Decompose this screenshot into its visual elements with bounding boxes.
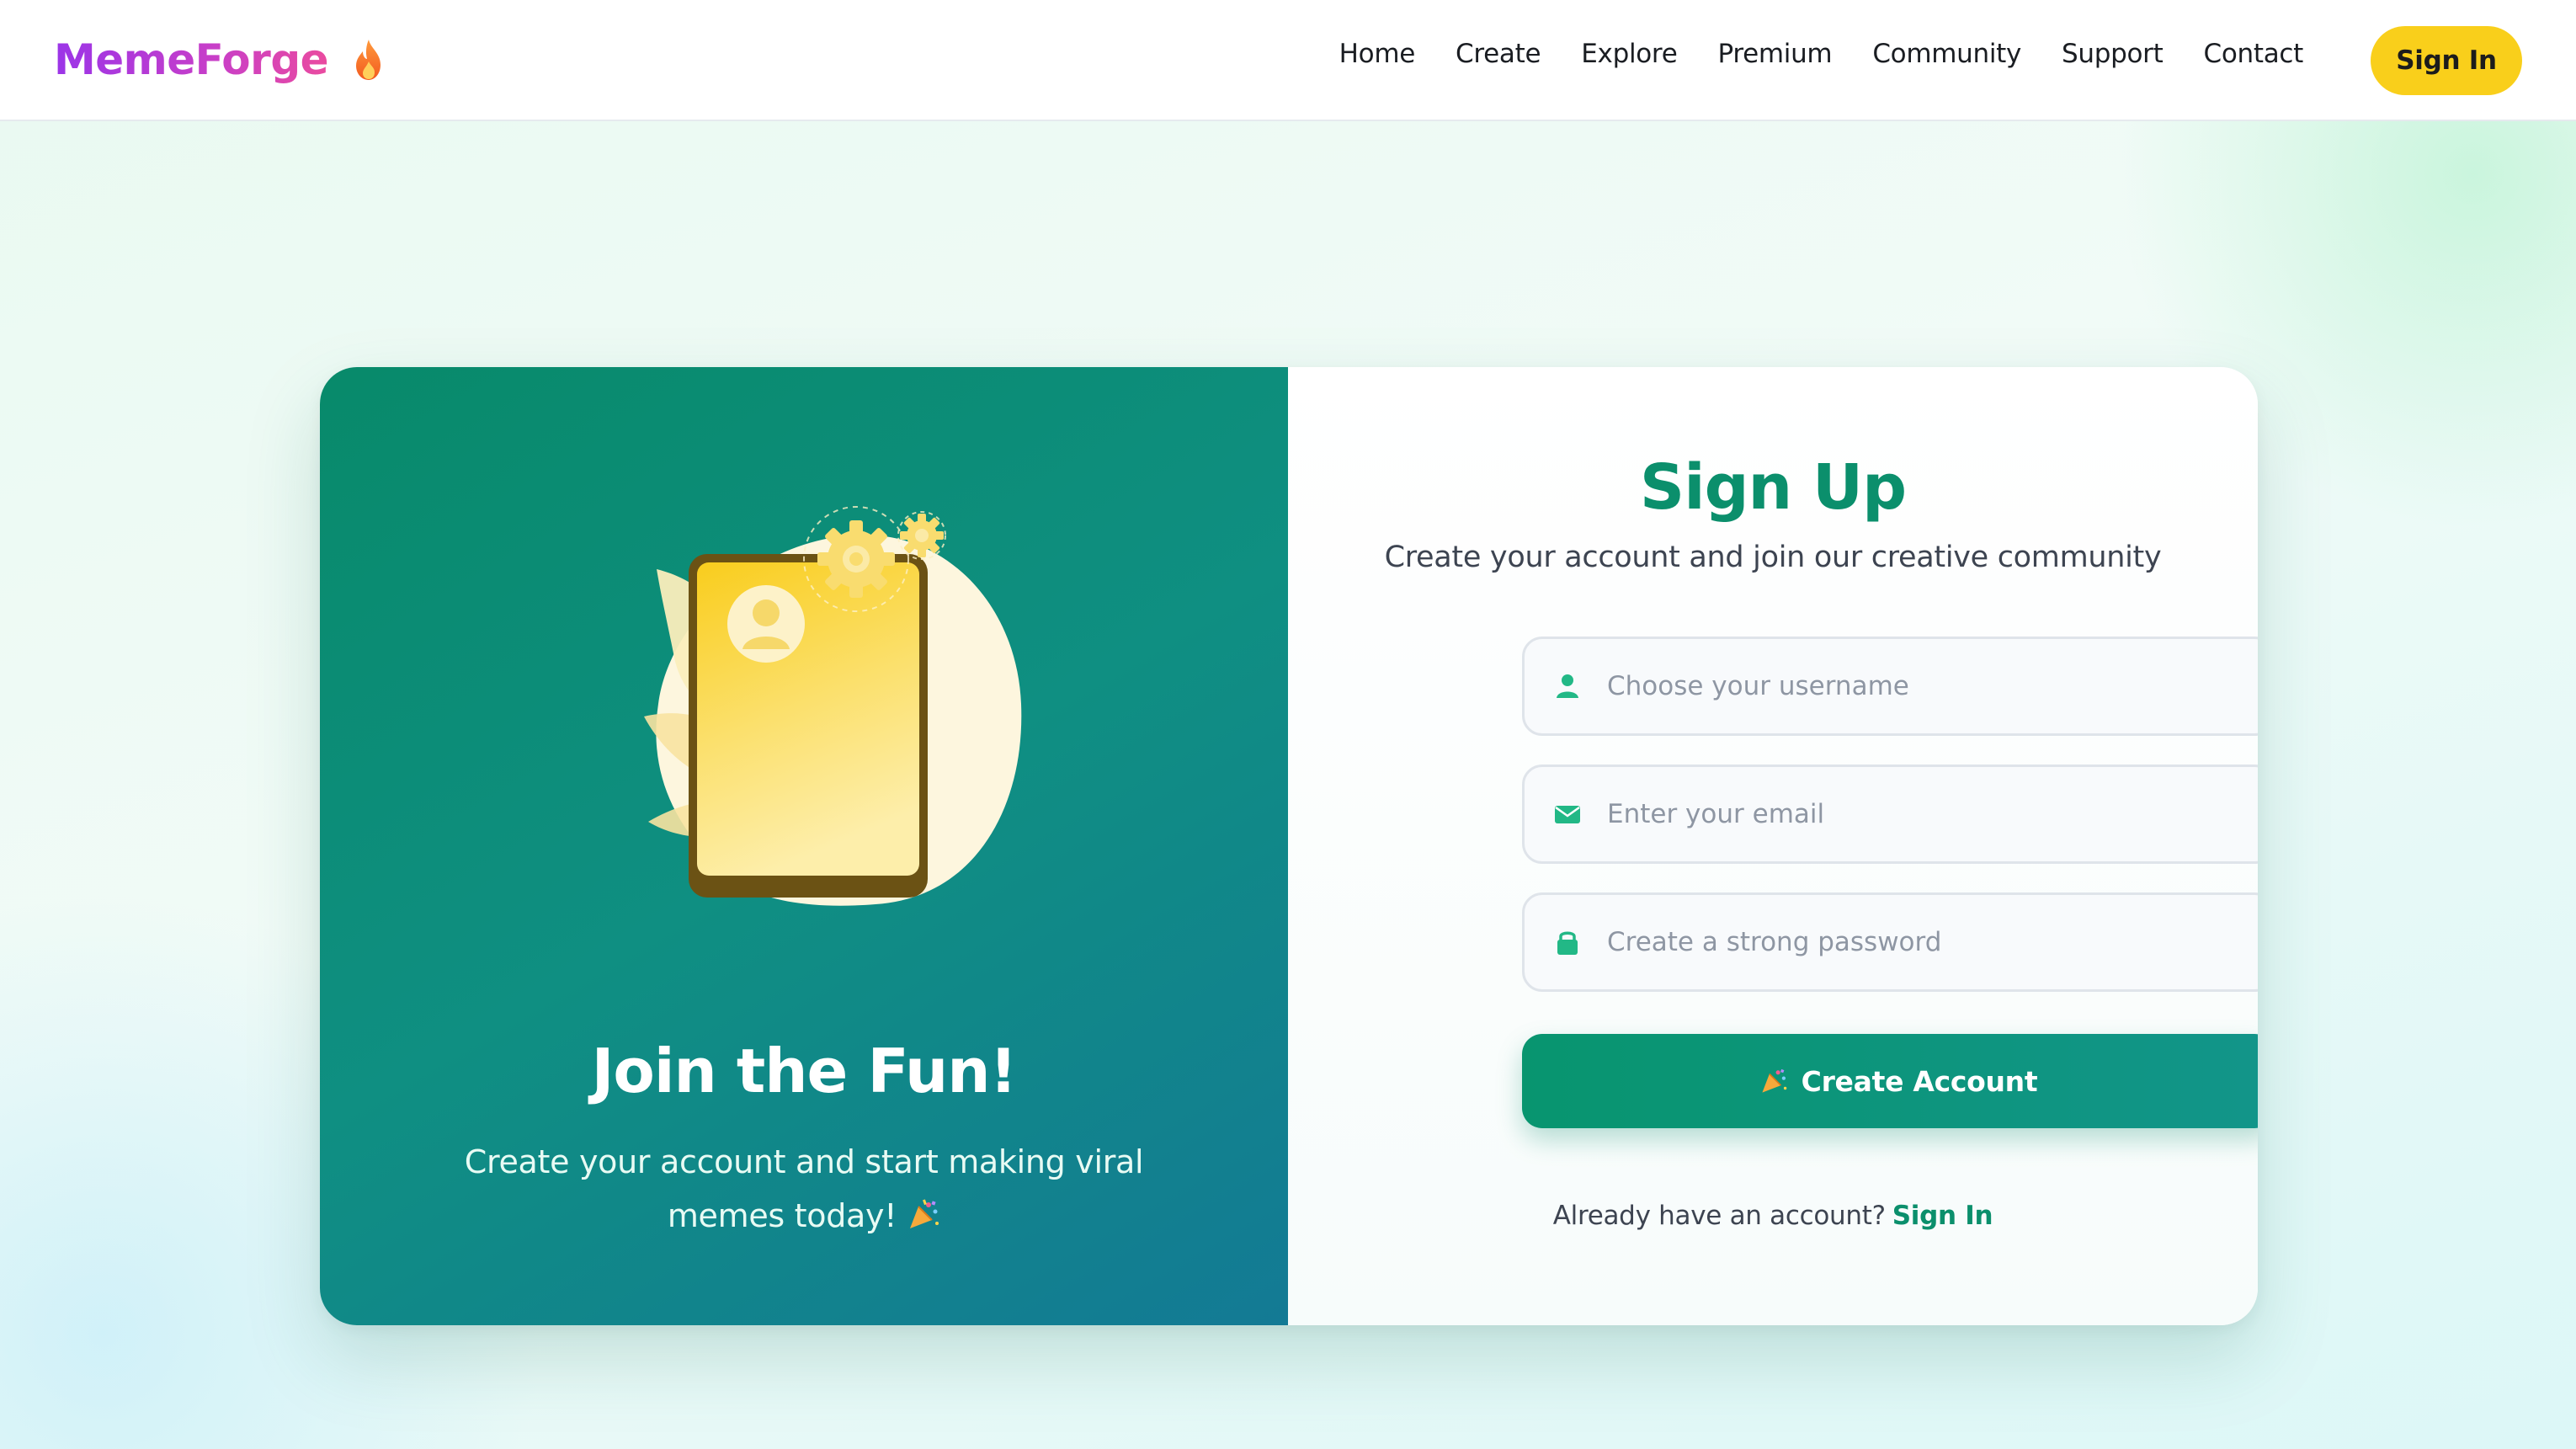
navbar: MemeForge Home Create Explore Premium Co… [0,0,2576,121]
party-popper-icon [910,1199,939,1228]
email-input[interactable] [1607,767,2247,861]
already-account-text: Already have an account? [1552,1201,1886,1231]
email-field [1522,764,2258,864]
nav-create[interactable]: Create [1456,39,1541,69]
brand-logo[interactable]: MemeForge [54,35,386,84]
signup-card: Join the Fun! Create your account and st… [320,367,2258,1325]
create-account-label: Create Account [1801,1064,2038,1098]
form-subtitle: Create your account and join our creativ… [1384,541,2162,574]
nav-signin-button[interactable]: Sign In [2371,26,2522,95]
hero-subtitle-text: Create your account and start making vir… [464,1143,1144,1234]
create-account-button[interactable]: Create Account [1522,1034,2258,1128]
nav-support[interactable]: Support [2062,39,2164,69]
hero-panel: Join the Fun! Create your account and st… [320,367,1288,1325]
form-title: Sign Up [1639,451,1907,524]
envelope-icon [1555,806,1580,823]
signup-form-panel: Sign Up Create your account and join our… [1288,367,2258,1325]
hero-subtitle: Create your account and start making vir… [404,1135,1204,1243]
user-icon [1557,674,1578,698]
nav-premium[interactable]: Premium [1717,39,1832,69]
signin-prompt: Already have an account? Sign In [1288,1201,2258,1231]
lock-icon [1557,931,1578,955]
nav-explore[interactable]: Explore [1581,39,1678,69]
phone-illustration [644,506,1022,906]
brand-name: MemeForge [54,35,329,84]
party-popper-icon [1762,1068,1786,1093]
username-input[interactable] [1607,639,2247,733]
fire-icon [356,40,381,80]
username-field [1522,637,2258,736]
password-field [1522,892,2258,992]
nav-community[interactable]: Community [1872,39,2021,69]
password-input[interactable] [1607,895,2247,989]
nav-home[interactable]: Home [1339,39,1416,69]
nav-contact[interactable]: Contact [2203,39,2303,69]
signin-link[interactable]: Sign In [1892,1201,1993,1231]
nav-links: Home Create Explore Premium Community Su… [1339,39,2304,69]
hero-title: Join the Fun! [591,1036,1018,1106]
